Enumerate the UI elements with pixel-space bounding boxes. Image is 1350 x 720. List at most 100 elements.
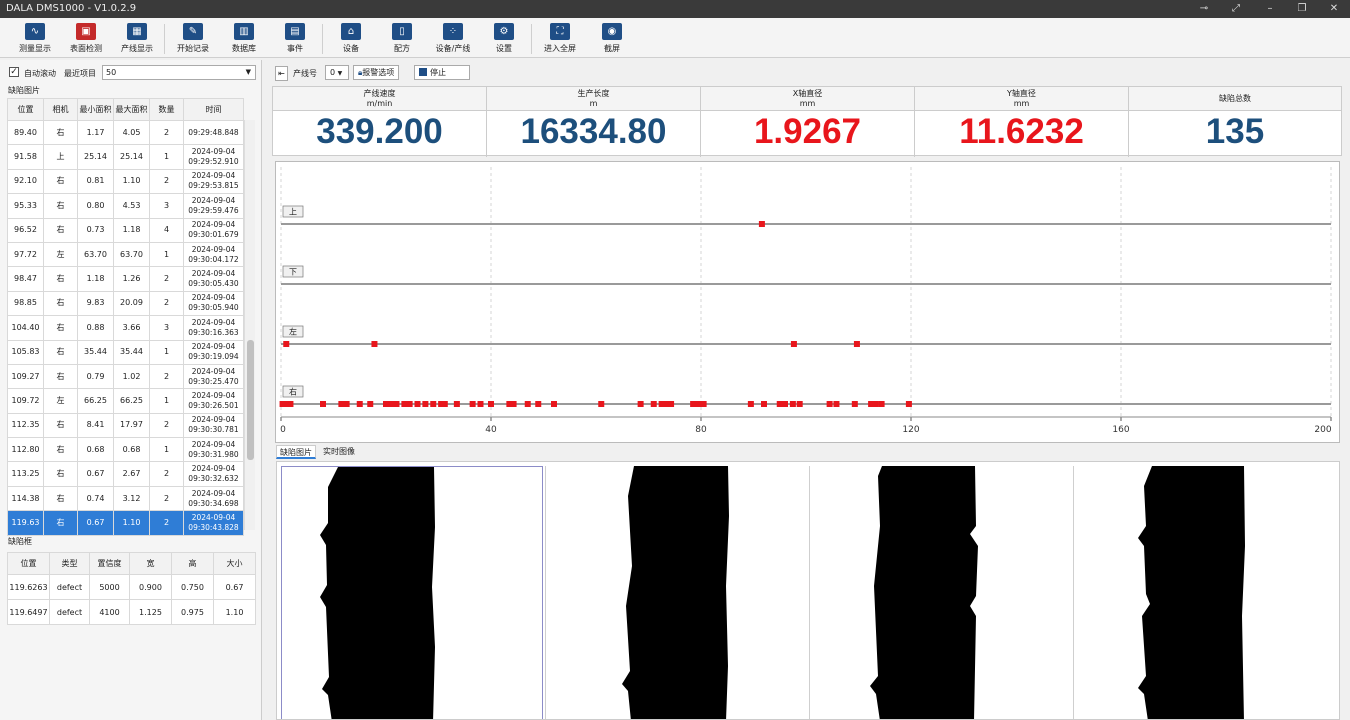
table-row[interactable]: 104.40 右 0.88 3.66 3 2024-09-04 09:30:16.363 xyxy=(7,315,244,341)
defect-point[interactable] xyxy=(469,401,476,407)
table-row[interactable]: 109.72 左 66.25 66.25 1 2024-09-04 09:30:26.50… xyxy=(7,388,244,414)
table-row[interactable]: 95.33 右 0.80 4.53 3 2024-09-04 09:29:59.476 xyxy=(7,193,244,219)
defect-point[interactable] xyxy=(287,401,294,407)
table-row[interactable]: 105.83 右 35.44 35.44 1 2024-09-04 09:30:19.09… xyxy=(7,339,244,365)
close-icon[interactable]: ✕ xyxy=(1326,2,1342,16)
line-number-select[interactable]: 0 ▼ xyxy=(325,65,349,80)
defect-point[interactable] xyxy=(338,401,345,407)
table-row[interactable]: 109.27 右 0.79 1.02 2 2024-09-04 09:30:25.470 xyxy=(7,363,244,390)
surface-inspection-button[interactable]: ▣ 表面检测 xyxy=(60,21,112,57)
table-row[interactable]: 89.40 右 1.17 4.05 2 09:29:48.848 xyxy=(7,119,244,146)
defect-point[interactable] xyxy=(637,401,644,407)
stop-button[interactable]: 停止 xyxy=(414,65,470,80)
defect-point[interactable] xyxy=(430,401,437,407)
defect-image-panel[interactable] xyxy=(545,466,807,719)
device-button[interactable]: ⌂ 设备 xyxy=(325,21,377,57)
scrollbar-thumb[interactable] xyxy=(247,340,254,460)
table-row[interactable]: 112.35 右 8.41 17.97 2 2024-09-04 09:30:30.781 xyxy=(7,412,244,439)
table-row[interactable]: 112.80 右 0.68 0.68 1 2024-09-04 09:30:31.980 xyxy=(7,437,244,463)
defect-point[interactable] xyxy=(422,401,429,407)
column-header[interactable]: 位置 xyxy=(7,98,44,121)
defect-point[interactable] xyxy=(650,401,657,407)
defect-point[interactable] xyxy=(872,401,879,407)
defect-point[interactable] xyxy=(283,341,290,347)
defect-point[interactable] xyxy=(690,401,697,407)
column-header[interactable]: 最小面积 xyxy=(77,98,114,121)
alarm-options-button[interactable]: 🔒︎报警选项 xyxy=(353,65,400,80)
table-row[interactable]: 96.52 右 0.73 1.18 4 2024-09-04 09:30:01.679 xyxy=(7,217,244,243)
defect-point[interactable] xyxy=(789,401,796,407)
table-row[interactable]: 119.6263 defect 5000 0.900 0.750 0.67 xyxy=(7,574,256,600)
defect-point[interactable] xyxy=(796,401,803,407)
defect-point[interactable] xyxy=(551,401,557,407)
defect-point[interactable] xyxy=(356,401,363,407)
defect-image-panel[interactable] xyxy=(281,466,543,719)
defect-point[interactable] xyxy=(510,401,517,407)
defect-point[interactable] xyxy=(477,401,484,407)
column-header[interactable]: 高 xyxy=(171,552,214,575)
collapse-panel-icon[interactable]: ⇤ xyxy=(275,66,288,81)
defect-point[interactable] xyxy=(453,401,460,407)
defect-point[interactable] xyxy=(414,401,421,407)
defect-point[interactable] xyxy=(905,401,912,407)
defect-point[interactable] xyxy=(700,401,707,407)
defect-point[interactable] xyxy=(401,401,408,407)
table-row[interactable]: 98.85 右 9.83 20.09 2 2024-09-04 09:30:05.940 xyxy=(7,290,244,317)
defect-point[interactable] xyxy=(758,221,765,227)
defect-image-panel[interactable] xyxy=(809,466,1071,719)
defect-point[interactable] xyxy=(695,401,702,407)
defect-point[interactable] xyxy=(535,401,542,407)
table-row[interactable]: 113.25 右 0.67 2.67 2 2024-09-04 09:30:32.632 xyxy=(7,461,244,487)
events-button[interactable]: ▤ 事件 xyxy=(269,21,321,57)
defect-point[interactable] xyxy=(393,401,400,407)
screenshot-button[interactable]: ◉ 截屏 xyxy=(586,21,638,57)
column-header[interactable]: 大小 xyxy=(213,552,256,575)
start-record-button[interactable]: ✎ 开始记录 xyxy=(167,21,219,57)
minimize-icon[interactable]: – xyxy=(1262,2,1278,16)
column-header[interactable]: 置信度 xyxy=(89,552,130,575)
table-row[interactable]: 119.6497 defect 4100 1.125 0.975 1.10 xyxy=(7,599,256,625)
recent-select[interactable]: 50 ▼ xyxy=(102,65,256,80)
auto-scroll-checkbox[interactable]: ✓ xyxy=(9,67,19,77)
defect-point[interactable] xyxy=(776,401,783,407)
defect-point[interactable] xyxy=(367,401,374,407)
defect-point[interactable] xyxy=(388,401,395,407)
column-header[interactable]: 时间 xyxy=(183,98,244,121)
table-row[interactable]: 119.63 右 0.67 1.10 2 2024-09-04 09:30:43.828 xyxy=(7,510,244,536)
defect-point[interactable] xyxy=(488,401,494,407)
defect-point[interactable] xyxy=(668,401,675,407)
defect-point[interactable] xyxy=(878,401,885,407)
defect-point[interactable] xyxy=(761,401,767,407)
database-button[interactable]: ▥ 数据库 xyxy=(218,21,270,57)
table-row[interactable]: 91.58 上 25.14 25.14 1 2024-09-04 09:29:52.910 xyxy=(7,144,244,170)
defect-point[interactable] xyxy=(658,401,665,407)
measure-display-button[interactable]: ∿ 测量显示 xyxy=(9,21,61,57)
defect-point[interactable] xyxy=(371,341,378,347)
defect-point[interactable] xyxy=(598,401,605,407)
expand-icon[interactable]: ⤢ xyxy=(1228,2,1244,16)
column-header[interactable]: 最大面积 xyxy=(113,98,150,121)
table-row[interactable]: 92.10 右 0.81 1.10 2 2024-09-04 09:29:53.815 xyxy=(7,168,244,195)
fullscreen-button[interactable]: ⛶ 进入全屏 xyxy=(534,21,586,57)
defect-image-panel[interactable] xyxy=(1073,466,1335,719)
line-display-button[interactable]: ▦ 产线显示 xyxy=(111,21,163,57)
defect-point[interactable] xyxy=(851,401,858,407)
table-row[interactable]: 114.38 右 0.74 3.12 2 2024-09-04 09:30:34.698 xyxy=(7,485,244,512)
column-header[interactable]: 宽 xyxy=(129,552,172,575)
defect-table-scrollbar[interactable] xyxy=(244,120,255,530)
table-row[interactable]: 97.72 左 63.70 63.70 1 2024-09-04 09:30:04.172 xyxy=(7,241,244,268)
pin-icon[interactable]: ⊸ xyxy=(1196,2,1212,16)
tab-live-image[interactable]: 实时图像 xyxy=(320,445,358,459)
defect-point[interactable] xyxy=(747,401,754,407)
defect-point[interactable] xyxy=(826,401,833,407)
defect-point[interactable] xyxy=(524,401,531,407)
column-header[interactable]: 数量 xyxy=(149,98,184,121)
column-header[interactable]: 相机 xyxy=(43,98,78,121)
column-header[interactable]: 位置 xyxy=(7,552,50,575)
device-line-button[interactable]: ⁘ 设备/产线 xyxy=(427,21,479,57)
defect-point[interactable] xyxy=(383,401,389,407)
defect-point[interactable] xyxy=(782,401,788,407)
table-row[interactable]: 98.47 右 1.18 1.26 2 2024-09-04 09:30:05.430 xyxy=(7,266,244,292)
defect-point[interactable] xyxy=(406,401,413,407)
settings-button[interactable]: ⚙ 设置 xyxy=(478,21,530,57)
